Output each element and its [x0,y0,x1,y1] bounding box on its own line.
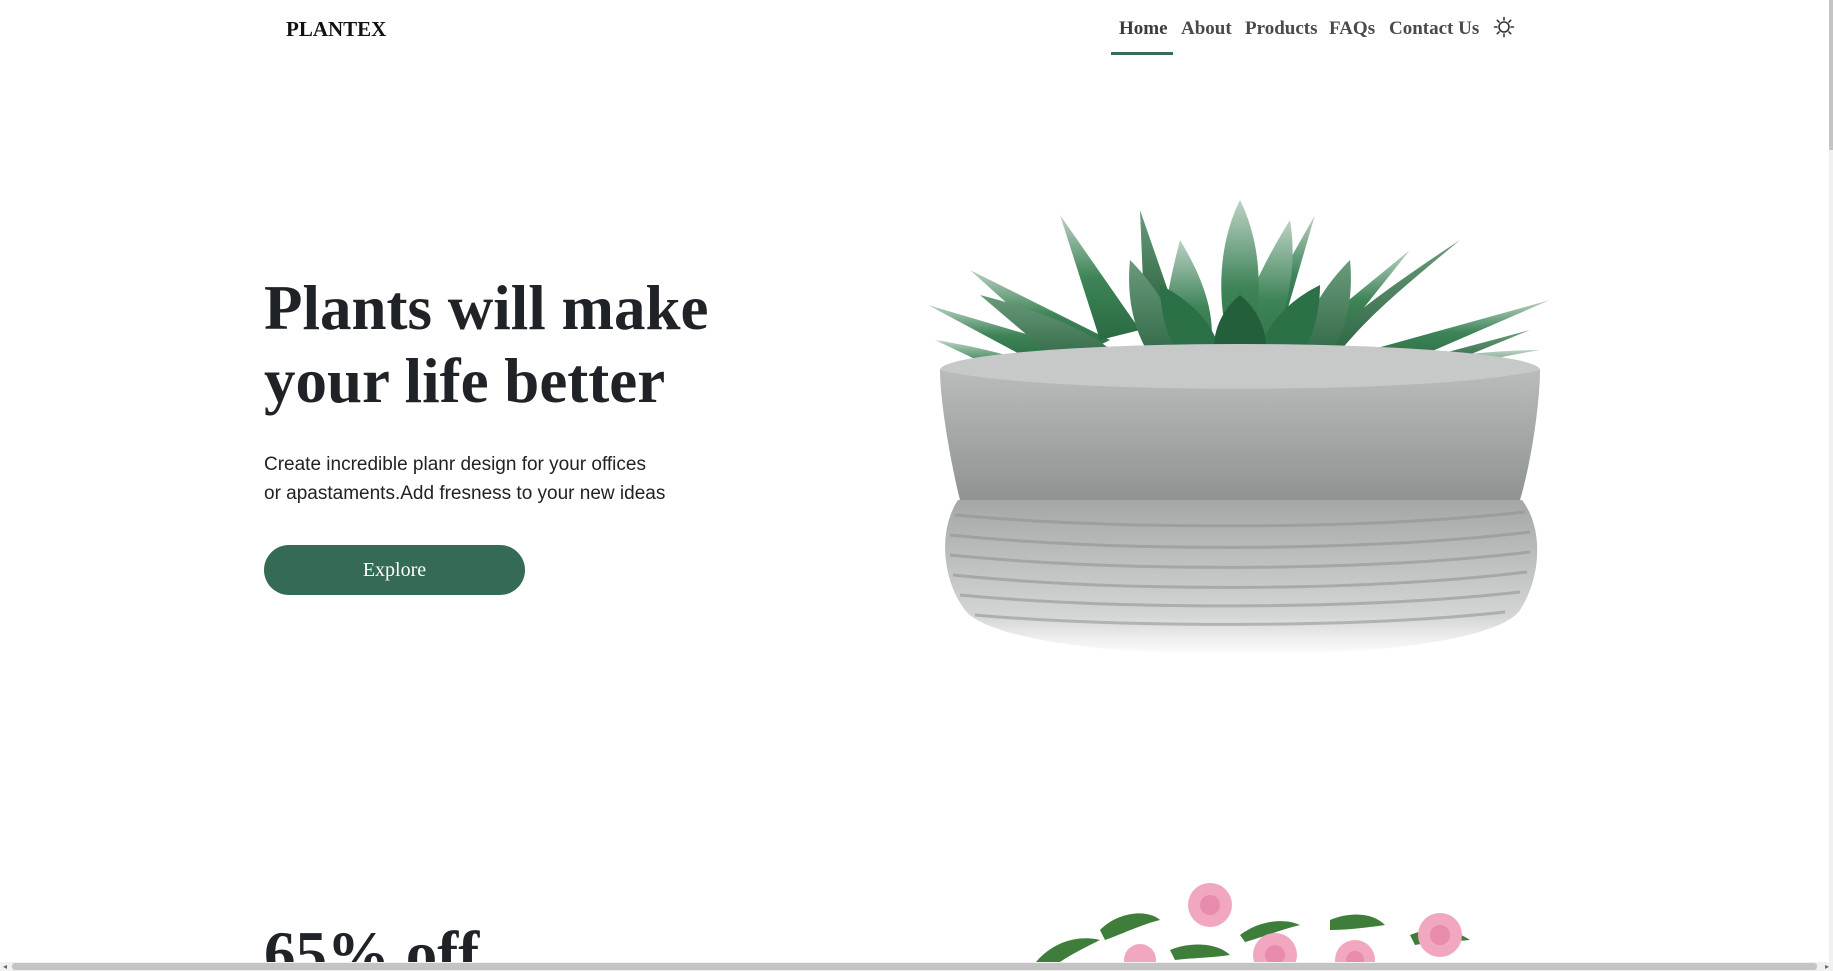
roses-plant-image [1036,883,1470,962]
nav-faqs[interactable]: FAQs [1329,18,1375,40]
nav-products[interactable]: Products [1245,18,1317,40]
nav-home[interactable]: Home [1119,18,1168,40]
hero-subtitle: Create incredible planr design for your … [264,450,704,508]
nav-about[interactable]: About [1181,18,1232,40]
hero-subtitle-line-2: or apastaments.Add fresness to your new … [264,483,666,504]
scroll-right-arrow-icon[interactable]: ▸ [1822,962,1832,971]
vertical-scrollbar-thumb[interactable] [1829,0,1833,150]
hero-title-line-2: your life better [264,346,666,416]
hero-subtitle-line-1: Create incredible planr design for your … [264,454,646,475]
active-nav-indicator [1111,52,1173,55]
horizontal-scrollbar-thumb[interactable] [12,963,1817,970]
scroll-left-arrow-icon[interactable]: ◂ [0,962,10,971]
offer-title: 65% off [264,919,480,962]
nav-contact-us[interactable]: Contact Us [1389,18,1479,40]
site-logo[interactable]: PLANTEX [286,17,386,42]
sun-icon[interactable] [1493,16,1515,38]
hero-title: Plants will make your life better [264,272,784,418]
hero-title-line-1: Plants will make [264,273,709,343]
explore-button[interactable]: Explore [264,545,525,595]
succulent-pot-image [928,200,1550,655]
page: PLANTEX Home About Products FAQs Contact… [0,0,1829,962]
